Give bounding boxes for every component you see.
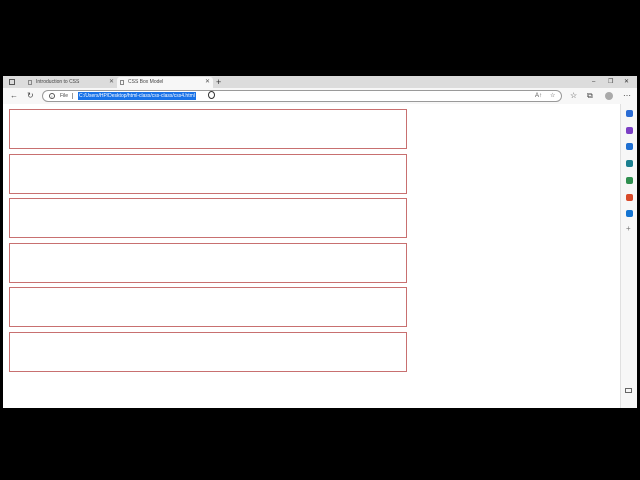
back-icon[interactable]: ← xyxy=(10,88,18,104)
read-aloud-icon[interactable]: A↑ xyxy=(535,91,542,101)
box-model-div xyxy=(9,109,407,149)
browser-window: Introduction to CSS ✕ CSS Box Model ✕ + … xyxy=(3,76,637,408)
profile-avatar[interactable] xyxy=(605,92,613,100)
office-icon[interactable] xyxy=(626,193,633,201)
tab-title: Introduction to CSS xyxy=(36,79,80,85)
tools-icon[interactable] xyxy=(626,160,633,168)
mouse-cursor-icon xyxy=(208,91,215,99)
games-icon[interactable] xyxy=(626,176,633,184)
page-icon xyxy=(120,80,124,85)
maximize-icon[interactable]: ❐ xyxy=(608,76,613,88)
url-text[interactable]: C:/Users/HP/Desktop/html-class/css-class… xyxy=(78,92,196,100)
sidebar-settings-icon[interactable] xyxy=(625,388,632,393)
add-sidebar-app-icon[interactable]: + xyxy=(626,225,631,233)
favorite-icon[interactable]: ☆ xyxy=(550,91,555,101)
collections-icon[interactable]: ⧉ xyxy=(587,88,593,104)
tab-css-box-model[interactable]: CSS Box Model ✕ xyxy=(117,77,213,88)
box-model-div xyxy=(9,287,407,328)
more-icon[interactable]: ⋯ xyxy=(623,88,631,104)
address-bar[interactable]: i File C:/Users/HP/Desktop/html-class/cs… xyxy=(42,90,562,102)
page-icon xyxy=(28,80,32,85)
box-model-div xyxy=(9,332,407,372)
page-content xyxy=(3,104,620,408)
copilot-icon[interactable] xyxy=(626,126,633,134)
new-tab-button[interactable]: + xyxy=(216,76,221,88)
tab-bar: Introduction to CSS ✕ CSS Box Model ✕ + … xyxy=(3,76,637,88)
box-model-div xyxy=(9,242,407,283)
favorites-icon[interactable]: ☆ xyxy=(570,88,577,104)
outlook-icon[interactable] xyxy=(626,210,633,218)
tab-introduction-to-css[interactable]: Introduction to CSS ✕ xyxy=(25,77,117,88)
address-separator xyxy=(72,93,73,99)
scheme-label: File xyxy=(60,93,69,99)
reload-icon[interactable]: ↻ xyxy=(27,88,34,104)
edge-sidebar: + xyxy=(620,104,637,408)
tab-close-icon[interactable]: ✕ xyxy=(109,77,114,88)
box-model-div xyxy=(9,198,407,239)
minimize-icon[interactable]: – xyxy=(592,76,595,88)
tab-close-icon[interactable]: ✕ xyxy=(205,77,210,88)
tab-title: CSS Box Model xyxy=(128,79,164,85)
close-window-icon[interactable]: ✕ xyxy=(624,76,629,88)
info-icon[interactable]: i xyxy=(49,93,55,99)
tab-actions-icon[interactable] xyxy=(9,79,15,85)
search-icon[interactable] xyxy=(626,110,633,117)
box-model-div xyxy=(9,153,407,194)
toolbar: ← ↻ i File C:/Users/HP/Desktop/html-clas… xyxy=(3,88,637,105)
shopping-icon[interactable] xyxy=(626,143,633,151)
